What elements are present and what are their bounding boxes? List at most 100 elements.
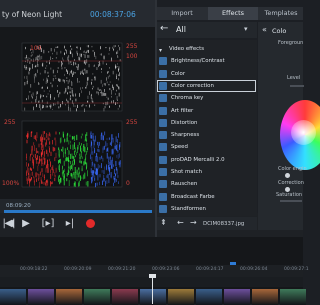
effect-item[interactable]: Color correction [157,79,256,92]
parade-trace [34,180,35,186]
waveform-trace [73,61,74,66]
waveform-trace [94,51,95,56]
timeline-clip[interactable] [252,289,278,305]
waveform-trace [42,62,44,67]
arrow-left-icon[interactable]: ← [177,218,184,227]
next-marker-button[interactable]: ▸| [58,214,82,234]
timeline-clip[interactable] [168,289,194,305]
parade-trace [102,135,104,141]
parade-trace [46,179,48,183]
parade-trace [44,131,45,134]
saturation-slider[interactable] [280,200,302,202]
waveform-trace [88,49,89,53]
parade-trace [117,150,119,153]
effect-item[interactable]: Shot match [157,166,256,178]
waveform-trace [47,71,49,74]
effect-icon [159,57,167,66]
effect-item[interactable]: proDAD Mercalli 2.0 [157,154,256,166]
scale-label: 255 [126,43,138,50]
double-chevron-left-icon[interactable]: « [262,25,267,34]
waveform-trace [33,74,35,78]
timeline-clip[interactable] [196,289,222,305]
timeline-clip[interactable] [224,289,250,305]
play-button[interactable]: ▶ [14,214,38,234]
waveform-trace [103,83,105,85]
scale-label: 0 [126,180,130,187]
timeline-clip[interactable] [56,289,82,305]
parade-trace [41,146,43,151]
waveform-trace [82,87,83,89]
timeline-clip[interactable] [112,289,138,305]
parade-trace [104,178,106,181]
level-slider[interactable] [290,85,304,87]
waveform-trace [55,77,57,79]
waveform-trace [112,46,113,49]
chevron-down-icon[interactable]: ▾ [244,25,248,33]
effect-item[interactable]: Art filter [157,105,256,117]
timeline-clip[interactable] [0,289,26,305]
parade-trace [109,142,111,146]
effect-item[interactable]: Color [157,68,256,80]
parade-trace [91,135,92,139]
waveform-trace [29,57,31,60]
effect-item[interactable]: Standformen [157,203,256,215]
timeline-clip[interactable] [28,289,54,305]
parade-trace [100,134,102,140]
parade-trace [81,156,83,159]
collapse-icon[interactable]: ⇞ [160,218,167,227]
parade-trace [97,144,99,148]
waveform-trace [80,71,82,74]
parade-trace [115,144,117,150]
effect-item[interactable]: Speed [157,141,256,153]
parade-trace [63,152,65,158]
parade-trace [58,154,60,158]
waveform-trace [29,91,31,93]
waveform-trace [65,49,66,51]
parade-trace [103,170,105,174]
effects-folder[interactable]: ▾ Video effects [157,43,256,55]
arrow-right-icon[interactable]: → [190,218,197,227]
effect-item[interactable]: Brightness/Contrast [157,55,256,67]
waveform-trace [35,73,36,76]
waveform-trace [66,69,67,72]
play-range-button[interactable]: [▸] [36,214,60,234]
record-button[interactable] [86,219,95,228]
effect-label: Broadcast Farbe [171,193,215,200]
parade-trace [36,132,38,139]
timeline-clip[interactable] [280,289,306,305]
waveform-trace [60,104,61,108]
effects-filter-label[interactable]: All [176,25,186,34]
parade-trace [67,158,69,162]
timeline-clip[interactable] [140,289,166,305]
effect-item[interactable]: Broadcast Farbe [157,191,256,203]
parade-trace [45,142,47,147]
parade-trace [110,172,112,178]
parade-trace [90,152,92,155]
waveform-trace [61,63,62,67]
parade-trace [48,137,50,141]
waveform-trace [80,73,81,75]
parade-trace [79,160,81,164]
tab-effects[interactable]: Effects [208,7,258,20]
tab-templates[interactable]: Templates [259,7,303,20]
waveform-trace [71,82,73,86]
waveform-trace [53,103,54,106]
color-engine-knob[interactable] [285,173,290,178]
waveform-trace [32,67,33,69]
parade-trace [68,140,70,145]
tab-import[interactable]: Import [157,7,207,20]
parade-trace [73,156,75,162]
parade-trace [94,163,96,170]
back-arrow-icon[interactable]: ← [160,23,168,34]
effect-item[interactable]: Chroma key [157,92,256,104]
parade-trace [81,133,83,136]
effect-item[interactable]: Sharpness [157,129,256,141]
timeline-clip[interactable] [84,289,110,305]
parade-trace [30,153,31,157]
parade-trace [106,152,108,159]
effect-item[interactable]: Rauschen [157,178,256,190]
parade-trace [86,132,88,136]
parade-trace [81,176,83,179]
playhead[interactable] [152,277,153,304]
effect-item[interactable]: Distortion [157,117,256,129]
